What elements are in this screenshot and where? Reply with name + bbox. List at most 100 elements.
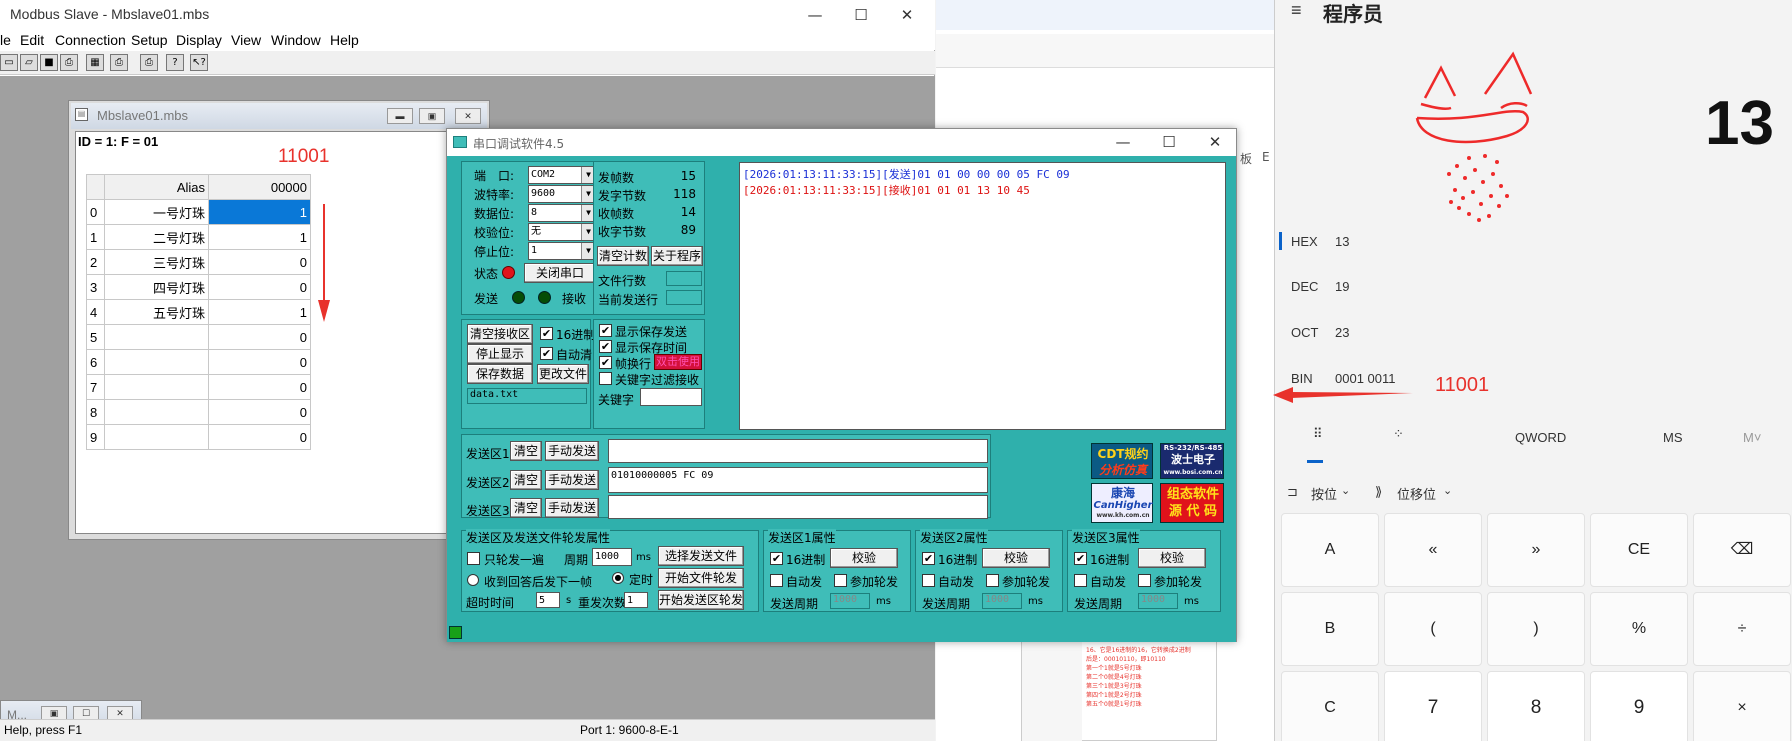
menu-display[interactable]: Display (176, 32, 222, 48)
parity-select[interactable]: 无 ▼ (528, 223, 596, 241)
new-icon[interactable]: ▭ (0, 54, 18, 71)
table-row[interactable]: 1 二号灯珠 1 (86, 224, 311, 250)
minimize-button[interactable]: — (792, 2, 838, 28)
select-file-button[interactable]: 选择发送文件 (658, 546, 744, 566)
table-row[interactable]: 0 一号灯珠 1 (86, 199, 311, 225)
table-row[interactable]: 60 (86, 349, 311, 375)
memory-list-button[interactable]: M˅ (1743, 430, 1761, 445)
mdi-restore-button[interactable]: ▣ (419, 108, 445, 124)
key-divide[interactable]: ÷ (1693, 592, 1791, 666)
ad-kanghai[interactable]: 康海 CanHigher www.kh.com.cn (1091, 483, 1153, 523)
timed-radio[interactable]: ● (612, 572, 624, 584)
value-cell[interactable]: 0 (208, 424, 311, 450)
serial-maximize-button[interactable]: ☐ (1146, 129, 1192, 155)
value-cell[interactable]: 0 (208, 274, 311, 300)
area-3-period-input[interactable]: 1000 (1138, 593, 1178, 609)
print-icon[interactable]: ⎙ (60, 54, 78, 71)
alias-cell[interactable]: 四号灯珠 (104, 274, 209, 300)
key-backspace[interactable]: ⌫ (1693, 513, 1791, 587)
area-3-poll-checkbox[interactable] (1138, 574, 1151, 587)
start-file-button[interactable]: 开始文件轮发 (658, 568, 744, 588)
key-a[interactable]: A (1281, 513, 1379, 587)
keyword-filter-checkbox[interactable] (599, 372, 612, 385)
bit-toggle-icon[interactable]: ⁘ (1393, 426, 1404, 442)
alias-cell[interactable] (104, 424, 209, 450)
oct-label[interactable]: OCT (1291, 325, 1318, 340)
menu-connection[interactable]: Connection (55, 32, 126, 48)
dec-label[interactable]: DEC (1291, 279, 1318, 294)
timeout-input[interactable]: 5 (536, 592, 560, 608)
alias-cell[interactable] (104, 324, 209, 350)
table-row[interactable]: 80 (86, 399, 311, 425)
key-b[interactable]: B (1281, 592, 1379, 666)
key-multiply[interactable]: × (1693, 671, 1791, 741)
menu-view[interactable]: View (231, 32, 261, 48)
memory-store-button[interactable]: MS (1663, 430, 1683, 445)
newline-badge[interactable]: 双击使用 (654, 354, 702, 370)
table-row[interactable]: 50 (86, 324, 311, 350)
stopbits-select[interactable]: 1 ▼ (528, 242, 596, 260)
area-2-poll-checkbox[interactable] (986, 574, 999, 587)
help-icon[interactable]: ? (166, 54, 184, 71)
area-1-auto-checkbox[interactable] (770, 574, 783, 587)
send-area-2-input[interactable]: 01010000005 FC 09 (608, 467, 988, 493)
alias-cell[interactable] (104, 374, 209, 400)
once-checkbox[interactable] (467, 552, 480, 565)
receive-area[interactable]: [2026:01:13:11:33:15][发送]01 01 00 00 00 … (739, 162, 1226, 430)
bitshift-button[interactable]: 位移位 (1397, 484, 1436, 503)
ad-source-code[interactable]: 组态软件 源 代 码 (1160, 483, 1224, 523)
value-cell[interactable]: 0 (208, 374, 311, 400)
stop-display-button[interactable]: 停止显示 (467, 344, 533, 364)
key-close-paren[interactable]: ) (1487, 592, 1585, 666)
full-keypad-icon[interactable]: ⠿ (1313, 426, 1323, 442)
period-input[interactable]: 1000 (592, 548, 632, 566)
printer2-icon[interactable]: ⎙ (110, 54, 128, 71)
key-rotate-left[interactable]: « (1384, 513, 1482, 587)
area-3-auto-checkbox[interactable] (1074, 574, 1087, 587)
menu-edit[interactable]: Edit (20, 32, 44, 48)
send-area-3-manual-button[interactable]: 手动发送 (545, 498, 599, 518)
maximize-button[interactable]: ☐ (838, 2, 884, 28)
area-1-poll-checkbox[interactable] (834, 574, 847, 587)
table-row[interactable]: 90 (86, 424, 311, 450)
send-area-3-input[interactable] (608, 495, 988, 519)
value-cell[interactable]: 0 (208, 349, 311, 375)
databits-select[interactable]: 8 ▼ (528, 204, 596, 222)
send-area-2-clear-button[interactable]: 清空 (510, 470, 542, 490)
word-size-button[interactable]: QWORD (1515, 430, 1566, 445)
show-save-time-checkbox[interactable]: ✔ (599, 340, 612, 353)
printer3-icon[interactable]: ⎙ (140, 54, 158, 71)
mdi-close-button[interactable]: ✕ (455, 108, 481, 124)
send-area-2-manual-button[interactable]: 手动发送 (545, 470, 599, 490)
table-row[interactable]: 3 四号灯珠 0 (86, 274, 311, 300)
filename-field[interactable]: data.txt (467, 388, 587, 404)
alias-cell[interactable]: 五号灯珠 (104, 299, 209, 325)
keyword-input[interactable] (640, 388, 702, 406)
menu-window[interactable]: Window (271, 32, 321, 48)
area-1-hex-checkbox[interactable]: ✔ (770, 552, 783, 565)
table-row[interactable]: 2 三号灯珠 0 (86, 249, 311, 275)
save-icon[interactable]: ■ (40, 54, 58, 71)
change-file-button[interactable]: 更改文件 (537, 364, 589, 384)
alias-cell[interactable] (104, 399, 209, 425)
about-button[interactable]: 关于程序 (651, 246, 703, 266)
table-row[interactable]: 70 (86, 374, 311, 400)
show-save-send-checkbox[interactable]: ✔ (599, 324, 612, 337)
serial-minimize-button[interactable]: — (1100, 129, 1146, 155)
serial-close-button[interactable]: ✕ (1192, 129, 1238, 155)
key-7[interactable]: 7 (1384, 671, 1482, 741)
area-3-hex-checkbox[interactable]: ✔ (1074, 552, 1087, 565)
alias-cell[interactable]: 二号灯珠 (104, 224, 209, 250)
send-area-3-clear-button[interactable]: 清空 (510, 498, 542, 518)
value-cell[interactable]: 0 (208, 249, 311, 275)
send-area-1-clear-button[interactable]: 清空 (510, 441, 542, 461)
area-2-verify-button[interactable]: 校验 (982, 548, 1050, 568)
close-port-button[interactable]: 关闭串口 (524, 263, 596, 283)
send-area-1-manual-button[interactable]: 手动发送 (545, 441, 599, 461)
value-cell[interactable]: 1 (208, 199, 311, 225)
area-2-hex-checkbox[interactable]: ✔ (922, 552, 935, 565)
frame-newline-checkbox[interactable]: ✔ (599, 356, 612, 369)
key-9[interactable]: 9 (1590, 671, 1688, 741)
area-2-period-input[interactable]: 1000 (982, 593, 1022, 609)
area-3-verify-button[interactable]: 校验 (1138, 548, 1206, 568)
